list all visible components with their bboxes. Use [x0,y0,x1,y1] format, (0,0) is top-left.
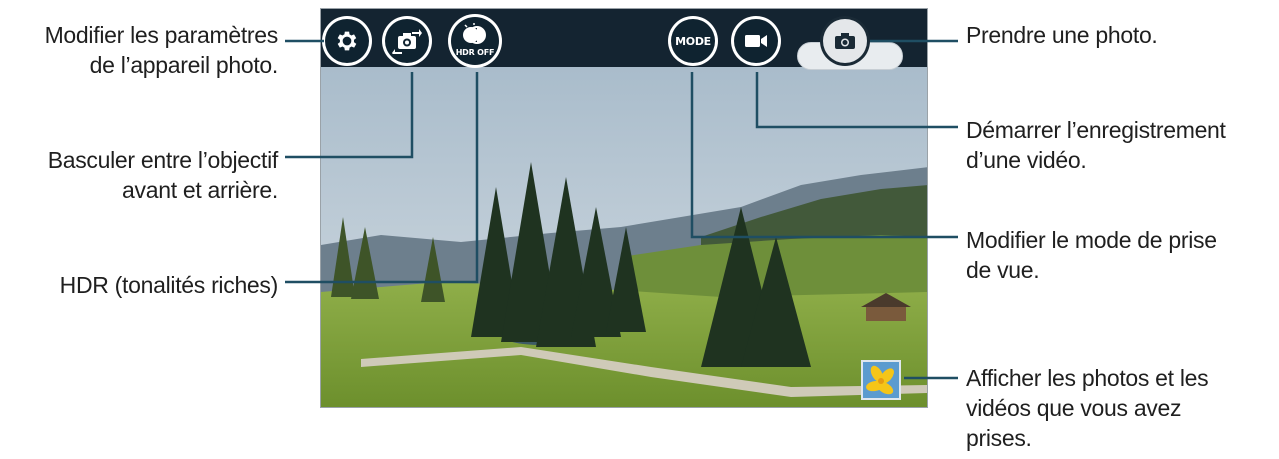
connector-record-video [755,72,958,129]
connector-hdr [285,72,479,284]
callout-connectors [285,39,958,380]
connector-switch-camera [285,72,414,159]
connector-shooting-mode [690,72,958,239]
